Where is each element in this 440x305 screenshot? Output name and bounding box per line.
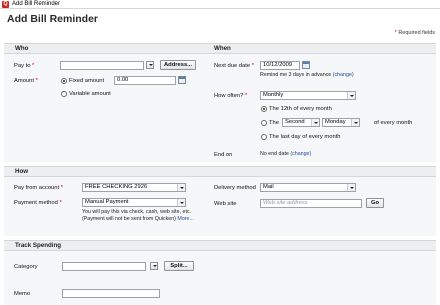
- remind-text-value: Remind me 3 days in advance: [260, 72, 332, 78]
- memo-input[interactable]: [62, 289, 160, 298]
- end-on-label: End on: [214, 152, 233, 158]
- amount-label-text: Amount: [14, 78, 34, 84]
- chevron-down-icon: [311, 119, 319, 126]
- weekday-value: Monday: [325, 119, 346, 125]
- pay-from-label-text: Pay from account: [14, 185, 60, 191]
- fixed-amount-label: Fixed amount: [69, 78, 105, 84]
- required-fields-text: Required fields: [398, 30, 435, 36]
- when-section-header: When: [207, 43, 436, 54]
- next-due-date-input[interactable]: 10/12/2009: [260, 61, 300, 70]
- amount-label: Amount *: [14, 78, 38, 84]
- chevron-down-icon: [347, 184, 355, 191]
- payment-method-label-text: Payment method: [14, 200, 58, 206]
- how-often-label: How often? *: [214, 93, 248, 99]
- delivery-method-label: Delivery method: [214, 185, 256, 191]
- window-title: Add Bill Reminder: [12, 1, 61, 7]
- ordinal-value: Second: [285, 119, 305, 125]
- payment-note-line2: (Payment will not be sent from Quicken) …: [82, 216, 194, 223]
- end-on-value: No end date: [260, 151, 289, 157]
- how-often-label-text: How often?: [214, 93, 244, 99]
- go-button[interactable]: Go: [366, 198, 384, 208]
- weekday-select[interactable]: Monday: [322, 118, 360, 127]
- split-button[interactable]: Split...: [164, 261, 194, 271]
- chevron-down-icon: [177, 199, 185, 206]
- delivery-method-select[interactable]: Mail: [260, 183, 356, 192]
- quicken-app-icon: Q: [2, 1, 9, 8]
- remind-change-link[interactable]: (change): [333, 72, 354, 78]
- page-title: Add Bill Reminder: [7, 13, 99, 25]
- pay-to-input[interactable]: [60, 61, 144, 70]
- last-day-label: The last day of every month: [269, 134, 341, 140]
- end-on-change-link[interactable]: (change): [290, 151, 311, 157]
- pay-to-label: Pay to *: [14, 63, 35, 69]
- category-input[interactable]: [62, 262, 146, 271]
- who-section-header: Who: [4, 43, 207, 54]
- address-button[interactable]: Address...: [160, 60, 196, 70]
- more-link[interactable]: More...: [177, 216, 193, 222]
- calculator-icon[interactable]: [178, 76, 186, 84]
- the-label: The: [269, 120, 279, 126]
- of-every-month-label: of every month: [374, 120, 413, 126]
- category-label: Category: [14, 264, 38, 270]
- category-dropdown-button[interactable]: [150, 262, 158, 270]
- last-day-radio[interactable]: [261, 134, 267, 140]
- how-often-select[interactable]: Monthly: [260, 91, 356, 100]
- nth-weekday-radio[interactable]: [261, 120, 267, 126]
- required-fields-note: * Required fields: [394, 30, 435, 36]
- payment-note-line1: You will pay this via check, cash, web s…: [82, 209, 192, 215]
- payment-method-value: Manual Payment: [85, 199, 129, 205]
- chevron-down-icon: [347, 92, 355, 99]
- chevron-down-icon: [351, 119, 359, 126]
- remind-text: Remind me 3 days in advance (change): [260, 72, 354, 79]
- next-due-date-label: Next due date *: [214, 63, 254, 69]
- how-often-value: Monthly: [263, 92, 284, 98]
- calendar-icon[interactable]: [302, 61, 310, 69]
- web-site-input[interactable]: Web site address: [260, 199, 362, 208]
- delivery-method-value: Mail: [263, 184, 274, 190]
- pay-to-label-text: Pay to: [14, 63, 31, 69]
- fixed-amount-radio[interactable]: [61, 78, 67, 84]
- window-titlebar: [0, 0, 440, 9]
- web-site-label: Web site: [214, 201, 237, 207]
- payment-note-line2-text: (Payment will not be sent from Quicken): [82, 216, 176, 222]
- next-due-date-label-text: Next due date: [214, 63, 251, 69]
- pay-from-label: Pay from account *: [14, 185, 63, 191]
- pay-from-value: FREE CHECKING 2926: [85, 184, 148, 190]
- chevron-down-icon: [177, 184, 185, 191]
- pay-to-dropdown-button[interactable]: [146, 61, 154, 69]
- pay-from-account-select[interactable]: FREE CHECKING 2926: [82, 183, 186, 192]
- twelfth-of-month-radio[interactable]: [261, 106, 267, 112]
- variable-amount-label: Variable amount: [69, 91, 111, 97]
- fixed-amount-input[interactable]: 0.00: [114, 76, 176, 85]
- how-section-header: How: [4, 166, 436, 177]
- ordinal-select[interactable]: Second: [282, 118, 320, 127]
- payment-method-label: Payment method *: [14, 200, 62, 206]
- variable-amount-radio[interactable]: [61, 91, 67, 97]
- memo-label: Memo: [14, 291, 31, 297]
- track-spending-section-header: Track Spending: [4, 240, 436, 251]
- end-on-text: No end date (change): [260, 151, 311, 158]
- twelfth-of-month-label: The 12th of every month: [269, 106, 332, 112]
- payment-method-select[interactable]: Manual Payment: [82, 198, 186, 207]
